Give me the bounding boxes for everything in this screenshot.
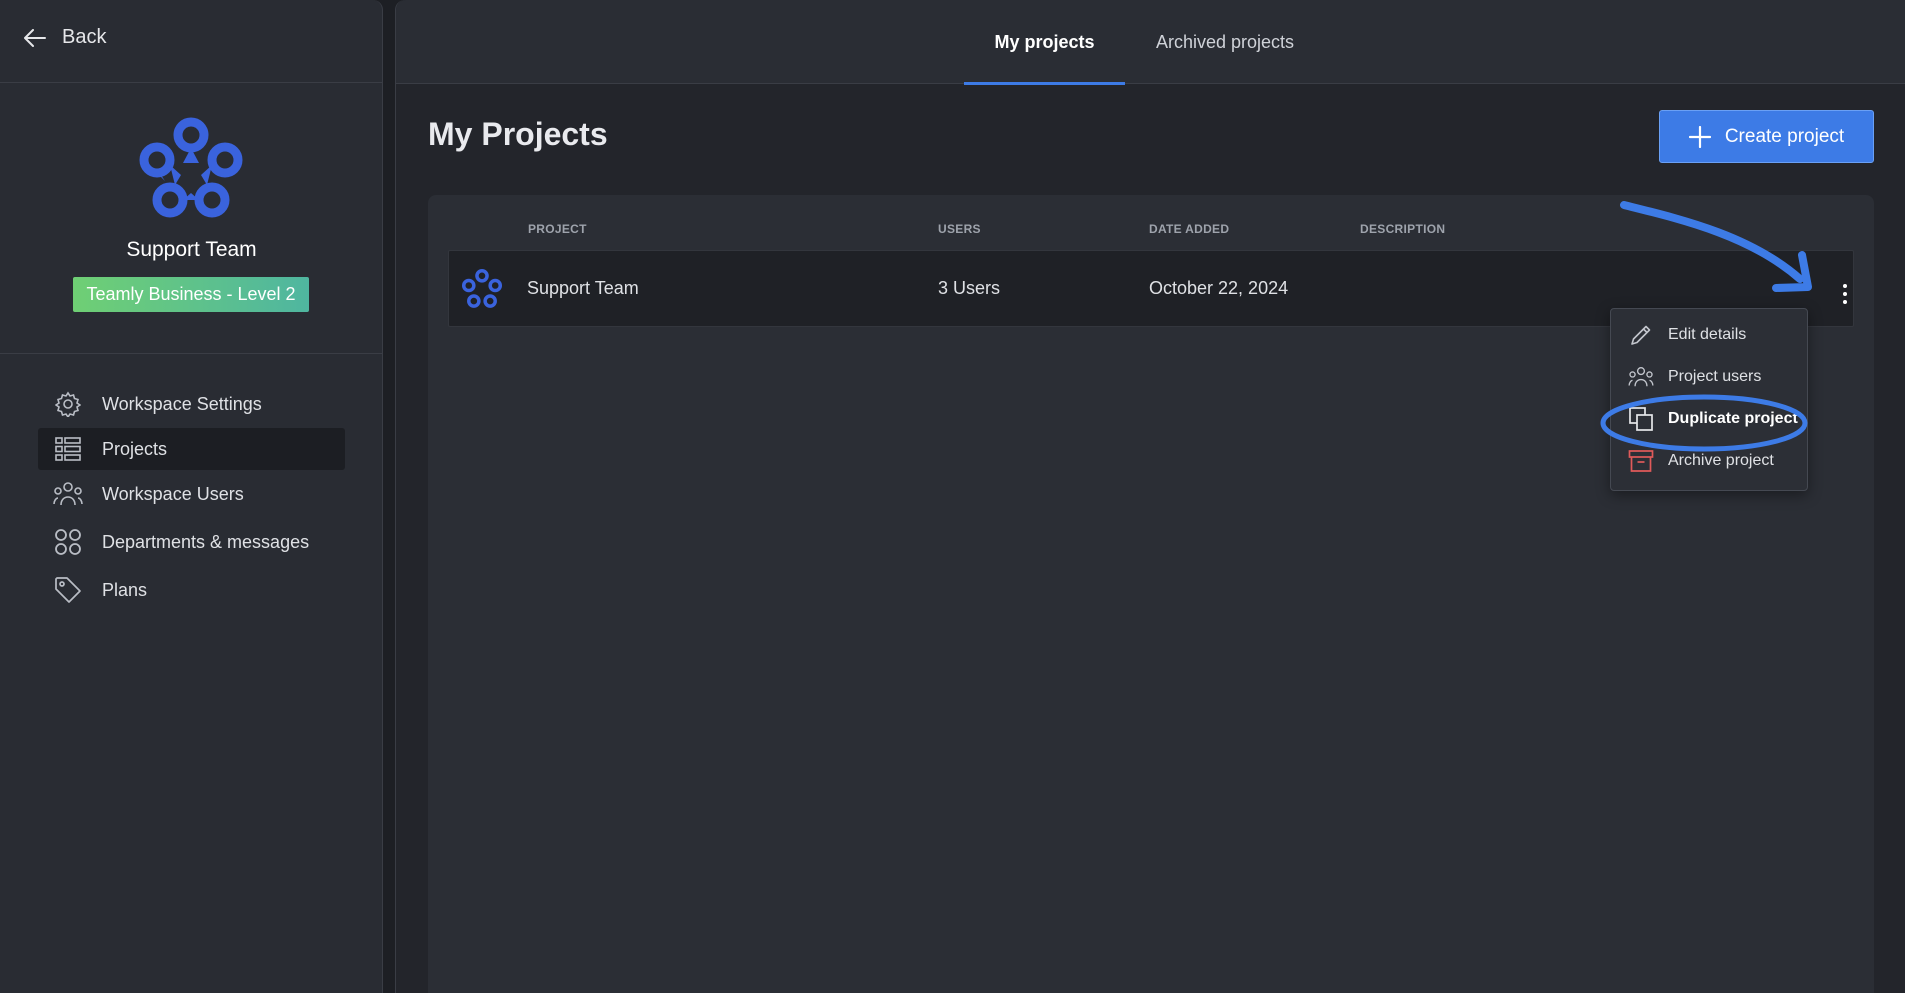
project-name-cell: Support Team bbox=[527, 278, 639, 298]
sidebar-item-label: Projects bbox=[102, 438, 168, 459]
menu-item-duplicate-project[interactable]: Duplicate project bbox=[1611, 399, 1807, 439]
main-panel: My projects Archived projects My Project… bbox=[395, 0, 1905, 993]
sidebar-item-label: Workspace Users bbox=[102, 483, 244, 504]
column-header-project: PROJECT bbox=[528, 222, 587, 236]
project-context-menu: Edit details Project users Duplicate pro… bbox=[1610, 308, 1808, 491]
menu-item-label: Edit details bbox=[1668, 326, 1747, 343]
pencil-icon bbox=[1628, 322, 1654, 348]
sidebar-divider bbox=[0, 82, 382, 83]
back-label: Back bbox=[62, 26, 107, 48]
project-logo-icon bbox=[461, 268, 503, 308]
tab-label: My projects bbox=[994, 31, 1095, 52]
menu-item-label: Archive project bbox=[1668, 452, 1774, 469]
create-project-label: Create project bbox=[1724, 125, 1845, 147]
sidebar-item-label: Departments & messages bbox=[102, 531, 310, 552]
sidebar: Back Support Team Teamly Business - Leve… bbox=[0, 0, 383, 993]
users-group-icon bbox=[1628, 364, 1654, 390]
plan-badge: Teamly Business - Level 2 bbox=[73, 277, 309, 312]
menu-item-label: Project users bbox=[1668, 368, 1762, 385]
tab-bar: My projects Archived projects bbox=[396, 0, 1905, 85]
projects-list-icon bbox=[52, 433, 84, 465]
sidebar-item-departments[interactable]: Departments & messages bbox=[38, 521, 345, 563]
tab-label: Archived projects bbox=[1155, 31, 1295, 52]
tab-my-projects[interactable]: My projects bbox=[964, 0, 1125, 85]
sidebar-item-workspace-users[interactable]: Workspace Users bbox=[38, 473, 345, 515]
menu-item-project-users[interactable]: Project users bbox=[1611, 357, 1807, 397]
gear-icon bbox=[52, 388, 84, 420]
plus-icon bbox=[1688, 125, 1711, 148]
date-added-cell: October 22, 2024 bbox=[1149, 278, 1289, 298]
arrow-left-icon bbox=[24, 28, 46, 47]
menu-item-label: Duplicate project bbox=[1668, 410, 1798, 427]
menu-item-edit-details[interactable]: Edit details bbox=[1611, 315, 1807, 355]
page-title: My Projects bbox=[428, 116, 608, 152]
users-cell: 3 Users bbox=[938, 278, 1001, 298]
sidebar-divider bbox=[0, 353, 382, 354]
team-logo-icon bbox=[139, 117, 243, 218]
sidebar-item-label: Plans bbox=[102, 579, 148, 600]
back-button[interactable]: Back bbox=[24, 26, 106, 49]
sidebar-item-label: Workspace Settings bbox=[102, 393, 262, 414]
column-header-date-added: DATE ADDED bbox=[1149, 222, 1230, 236]
users-group-icon bbox=[52, 478, 84, 510]
archive-box-icon bbox=[1628, 448, 1654, 474]
more-options-icon[interactable] bbox=[1839, 282, 1851, 306]
sidebar-item-workspace-settings[interactable]: Workspace Settings bbox=[38, 383, 345, 425]
active-tab-indicator bbox=[964, 82, 1125, 85]
grid-circles-icon bbox=[52, 526, 84, 558]
team-name: Support Team bbox=[126, 238, 257, 261]
sidebar-item-plans[interactable]: Plans bbox=[38, 569, 345, 611]
duplicate-icon bbox=[1628, 406, 1654, 432]
create-project-button[interactable]: Create project bbox=[1659, 110, 1874, 163]
tag-icon bbox=[52, 574, 84, 606]
column-header-description: DESCRIPTION bbox=[1360, 222, 1446, 236]
column-header-users: USERS bbox=[938, 222, 981, 236]
menu-item-archive-project[interactable]: Archive project bbox=[1611, 441, 1807, 481]
sidebar-item-projects[interactable]: Projects bbox=[38, 428, 345, 470]
tab-archived-projects[interactable]: Archived projects bbox=[1125, 0, 1325, 84]
